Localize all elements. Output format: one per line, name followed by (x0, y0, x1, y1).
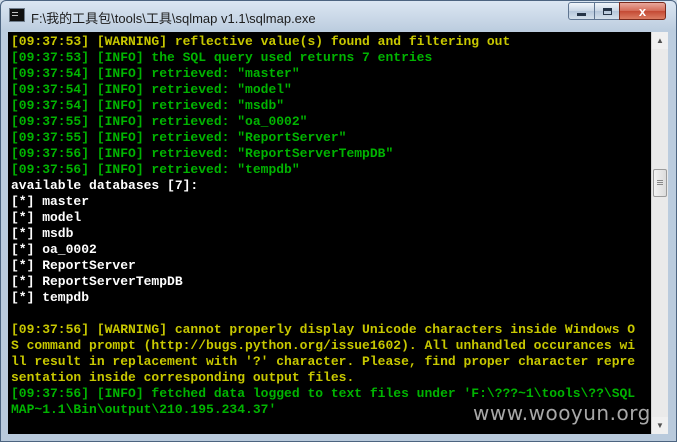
watermark-text: www.wooyun.org (473, 401, 651, 425)
console-line: [09:37:54] [INFO] retrieved: "master" (11, 66, 300, 81)
close-button[interactable]: x (619, 2, 666, 20)
maximize-button[interactable] (594, 2, 620, 20)
console-output[interactable]: [09:37:53] [WARNING] reflective value(s)… (8, 32, 651, 434)
console-line: [09:37:54] [INFO] retrieved: "msdb" (11, 98, 285, 113)
console-line: [09:37:53] [INFO] the SQL query used ret… (11, 50, 433, 65)
console-window: F:\我的工具包\tools\工具\sqlmap v1.1\sqlmap.exe… (0, 0, 677, 442)
scroll-down-button[interactable]: ▼ (652, 417, 668, 434)
console-line: [09:37:56] [INFO] retrieved: "ReportServ… (11, 146, 394, 161)
console-line: [*] oa_0002 (11, 242, 97, 257)
console-line: ll result in replacement with '?' charac… (11, 354, 636, 369)
console-line: [*] msdb (11, 226, 74, 241)
console-line: [09:37:56] [INFO] fetched data logged to… (11, 386, 636, 401)
console-line: [09:37:55] [INFO] retrieved: "ReportServ… (11, 130, 347, 145)
console-line: [*] model (11, 210, 82, 225)
title-bar[interactable]: F:\我的工具包\tools\工具\sqlmap v1.1\sqlmap.exe… (1, 1, 676, 31)
console-line: S command prompt (http://bugs.python.org… (11, 338, 636, 353)
console-line: sentation inside corresponding output fi… (11, 370, 355, 385)
vertical-scrollbar[interactable]: ▲ ▼ (651, 32, 668, 434)
console-line: [*] ReportServerTempDB (11, 274, 183, 289)
console-line: MAP~1.1\Bin\output\210.195.234.37' (11, 402, 277, 417)
console-line: [*] ReportServer (11, 258, 136, 273)
console-line: [*] master (11, 194, 90, 209)
console-line: [09:37:56] [INFO] retrieved: "tempdb" (11, 162, 300, 177)
maximize-icon (602, 7, 612, 15)
console-line: [09:37:54] [INFO] retrieved: "model" (11, 82, 292, 97)
minimize-icon (577, 12, 586, 16)
console-line: available databases [7]: (11, 178, 199, 193)
console-line: [*] tempdb (11, 290, 90, 305)
console-app-icon[interactable] (9, 8, 25, 22)
scroll-up-button[interactable]: ▲ (652, 32, 668, 49)
console-line: [09:37:56] [WARNING] cannot properly dis… (11, 322, 636, 337)
console-line: [09:37:53] [WARNING] reflective value(s)… (11, 34, 511, 49)
minimize-button[interactable] (568, 2, 595, 20)
window-title: F:\我的工具包\tools\工具\sqlmap v1.1\sqlmap.exe (31, 11, 316, 26)
scroll-up-arrow-icon: ▲ (656, 36, 664, 45)
console-line: [09:37:55] [INFO] retrieved: "oa_0002" (11, 114, 308, 129)
close-icon: x (638, 3, 647, 19)
scrollbar-thumb[interactable] (653, 169, 667, 197)
scroll-down-arrow-icon: ▼ (656, 421, 664, 430)
